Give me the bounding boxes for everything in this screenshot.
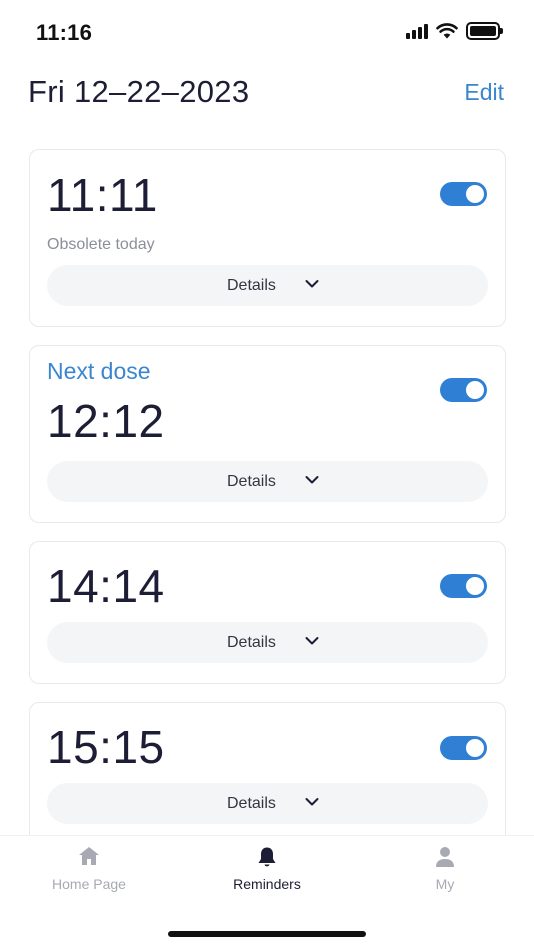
toggle-knob: [466, 185, 484, 203]
status-bar: 11:16: [0, 0, 534, 64]
reminder-toggle[interactable]: [440, 378, 487, 402]
reminder-toggle[interactable]: [440, 736, 487, 760]
chevron-down-icon: [305, 798, 319, 806]
reminder-toggle[interactable]: [440, 574, 487, 598]
date-title: Fri 12–22–2023: [28, 74, 250, 109]
edit-button[interactable]: Edit: [464, 79, 504, 106]
details-button[interactable]: Details: [47, 265, 488, 306]
details-button[interactable]: Details: [47, 783, 488, 824]
tab-reminders[interactable]: Reminders: [207, 846, 327, 896]
details-label: Details: [227, 795, 276, 812]
reminder-time: 15:15: [47, 721, 165, 773]
toggle-knob: [466, 381, 484, 399]
status-time: 11:16: [36, 20, 93, 45]
cellular-signal-icon: [406, 23, 428, 39]
tab-my[interactable]: My: [385, 846, 505, 896]
tab-home-page[interactable]: Home Page: [29, 846, 149, 896]
details-label: Details: [227, 473, 276, 490]
tab-label: Home Page: [52, 876, 126, 892]
details-label: Details: [227, 277, 276, 294]
battery-icon: [466, 22, 503, 40]
chevron-down-icon: [305, 280, 319, 288]
reminder-card: 14:14 Details: [29, 541, 506, 684]
tab-label: Reminders: [233, 876, 301, 892]
next-dose-label: Next dose: [47, 358, 151, 384]
reminder-card: 15:15 Details: [29, 702, 506, 835]
page-header: Fri 12–22–2023 Edit: [28, 70, 504, 114]
reminder-card: 11:11 Obsolete today Details: [29, 149, 506, 327]
reminder-time: 12:12: [47, 395, 165, 447]
details-button[interactable]: Details: [47, 622, 488, 663]
reminder-time: 11:11: [47, 169, 158, 221]
reminder-toggle[interactable]: [440, 182, 487, 206]
reminder-time: 14:14: [47, 560, 165, 612]
home-indicator[interactable]: [168, 931, 366, 937]
toggle-knob: [466, 577, 484, 595]
chevron-down-icon: [305, 476, 319, 484]
reminder-status-text: Obsolete today: [47, 236, 155, 253]
reminder-list[interactable]: 11:11 Obsolete today Details Next dose 1…: [29, 149, 506, 835]
wifi-icon: [436, 23, 458, 39]
status-icons: [406, 22, 503, 40]
person-icon: [436, 847, 454, 867]
tab-label: My: [435, 876, 455, 892]
chevron-down-icon: [305, 637, 319, 645]
details-button[interactable]: Details: [47, 461, 488, 502]
bell-icon: [258, 847, 276, 867]
home-icon: [79, 847, 99, 865]
reminder-card: Next dose 12:12 Details: [29, 345, 506, 523]
toggle-knob: [466, 739, 484, 757]
details-label: Details: [227, 634, 276, 651]
